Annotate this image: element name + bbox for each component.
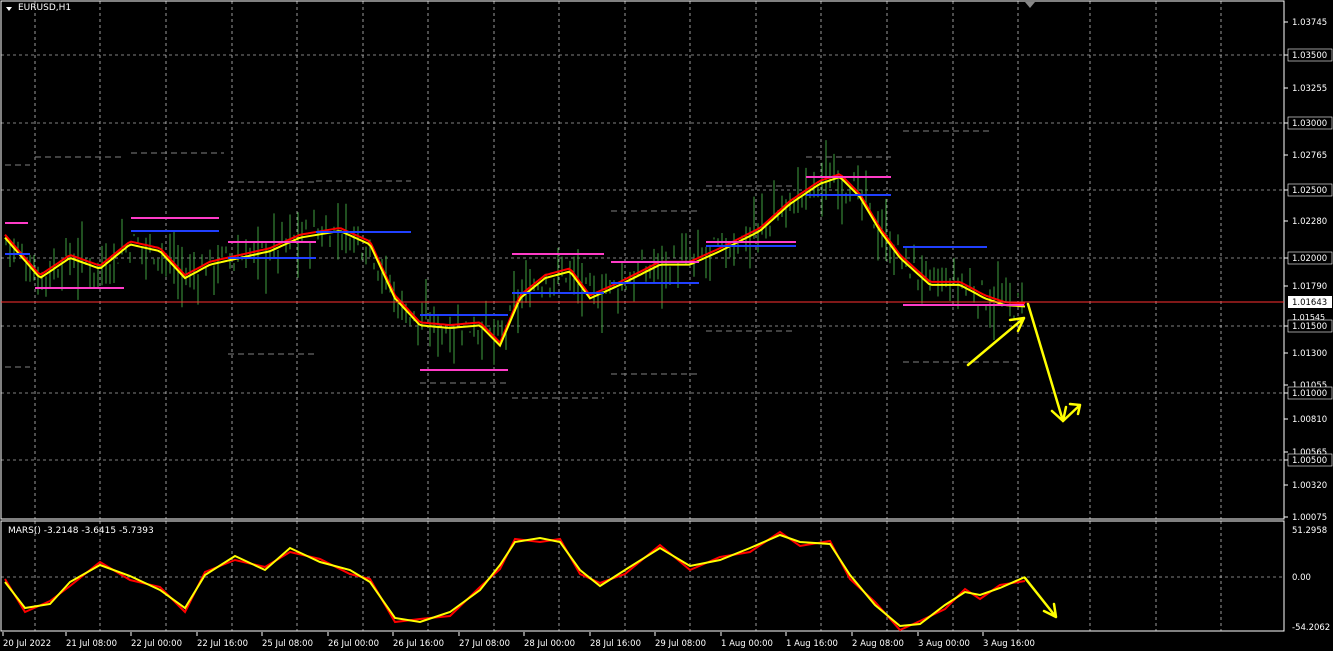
- indicator-axis-label: -54.2062: [1292, 623, 1330, 632]
- time-axis-label: 3 Aug 00:00: [918, 639, 970, 649]
- price-axis-label: 1.00810: [1292, 415, 1327, 425]
- price-axis-label: 1.01790: [1292, 282, 1327, 292]
- forecast-arrow-down: [1026, 302, 1068, 423]
- mars-indicator-panel[interactable]: 51.2958 0.00 -54.2062: [0, 520, 1333, 632]
- symbol-menu-icon[interactable]: [6, 7, 12, 11]
- moving-average-fast: [4, 173, 1026, 345]
- time-axis-label: 2 Aug 08:00: [852, 639, 904, 649]
- indicator-label: MARS() -3.2148 -3.6415 -5.7393: [8, 526, 154, 536]
- terminal-chart-window: 1.03745 1.03500 1.03255 1.03000 1.02765 1.025…: [0, 0, 1333, 651]
- price-axis-label: 1.01000: [1292, 389, 1327, 399]
- time-axis-label: 1 Aug 00:00: [721, 639, 773, 649]
- time-axis-label: 1 Aug 16:00: [786, 639, 838, 649]
- time-axis-label: 29 Jul 08:00: [655, 639, 706, 649]
- price-axis-label: 1.00320: [1292, 481, 1327, 491]
- price-axis-label: 1.02000: [1292, 254, 1327, 264]
- price-axis-label: 1.00500: [1292, 456, 1327, 466]
- time-axis-label: 26 Jul 16:00: [393, 639, 444, 649]
- time-axis-label: 22 Jul 16:00: [197, 639, 248, 649]
- indicator-forecast-arrow: [1023, 576, 1058, 619]
- current-price-label: 1.01643: [1292, 298, 1327, 308]
- time-axis-label: 28 Jul 16:00: [590, 639, 641, 649]
- forecast-arrow-up: [966, 316, 1026, 367]
- time-axis-label: 21 Jul 08:00: [66, 639, 117, 649]
- price-axis-label: 1.03745: [1292, 18, 1327, 28]
- time-axis-label: 25 Jul 08:00: [262, 639, 313, 649]
- time-axis-label: 28 Jul 00:00: [524, 639, 575, 649]
- indicator-axis-label: 51.2958: [1292, 526, 1327, 536]
- price-axis-label: 1.02765: [1292, 151, 1327, 161]
- symbol-label: EURUSD,H1: [18, 3, 72, 13]
- price-axis-label: 1.01300: [1292, 349, 1327, 359]
- time-axis: 20 Jul 2022 21 Jul 08:00 22 Jul 00:00 22 Ju…: [2, 632, 1035, 649]
- time-axis-label: 20 Jul 2022: [3, 639, 51, 649]
- price-axis-label: 1.02280: [1292, 217, 1327, 227]
- chart-frame: [0, 0, 1285, 520]
- chart-shift-marker-icon[interactable]: [1025, 2, 1035, 8]
- indicator-line-yellow: [4, 533, 1026, 628]
- indicator-frame: [0, 520, 1285, 632]
- price-axis-label: 1.03500: [1292, 51, 1327, 61]
- indicator-line-red: [4, 530, 1026, 632]
- price-axis-label: 1.03000: [1292, 119, 1327, 129]
- price-axis-label: 1.03255: [1292, 84, 1327, 94]
- time-axis-label: 3 Aug 16:00: [983, 639, 1035, 649]
- price-axis-label: 1.00075: [1292, 513, 1327, 520]
- time-axis-label: 22 Jul 00:00: [131, 639, 182, 649]
- price-chart[interactable]: 1.03745 1.03500 1.03255 1.03000 1.02765 1.025…: [0, 0, 1333, 520]
- price-axis-label: 1.02500: [1292, 186, 1327, 196]
- indicator-axis-label: 0.00: [1292, 573, 1311, 583]
- price-axis-label: 1.01500: [1292, 322, 1327, 332]
- secondary-price-label: 1.01545: [1292, 313, 1325, 322]
- time-axis-label: 27 Jul 08:00: [459, 639, 510, 649]
- time-axis-label: 26 Jul 00:00: [328, 639, 379, 649]
